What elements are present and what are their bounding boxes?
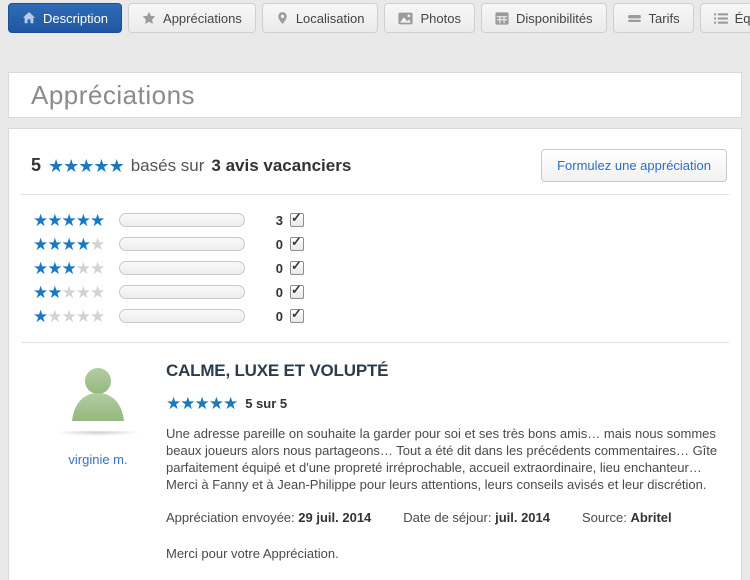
filter-checkbox-5-stars[interactable] — [290, 213, 304, 227]
rating-summary-row: 5 ★★★★★ basés sur 3 avis vacanciers Form… — [9, 129, 741, 194]
tab-appreciations[interactable]: Appréciations — [128, 3, 256, 33]
meta-source: Source: Abritel — [582, 510, 672, 525]
owner-response: Merci pour votre Appréciation. — [166, 546, 719, 561]
filter-checkbox-4-stars[interactable] — [290, 237, 304, 251]
write-review-button[interactable]: Formulez une appréciation — [541, 149, 727, 182]
row-stars: ★★★★★ — [33, 284, 117, 301]
review-item: virginie m. CALME, LUXE ET VOLUPTÉ ★★★★★… — [9, 343, 741, 561]
tab-label: Photos — [420, 11, 460, 26]
calendar-icon — [495, 11, 509, 25]
review-meta: Appréciation envoyée: 29 juil. 2014 Date… — [166, 510, 719, 525]
filter-checkbox-1-star[interactable] — [290, 309, 304, 323]
reviewer-name-link[interactable]: virginie m. — [68, 452, 127, 467]
rating-bar — [119, 261, 245, 275]
tab-label: Disponibilités — [516, 11, 593, 26]
rating-histogram: ★★★★★ 3 ★★★★★ 0 ★★★★★ 0 ★★★★★ 0 ★★★★★ 0 — [9, 195, 741, 328]
review-count: 3 avis vacanciers — [211, 156, 351, 176]
review-title: CALME, LUXE ET VOLUPTÉ — [166, 361, 719, 381]
rating-bar — [119, 309, 245, 323]
filter-checkbox-3-stars[interactable] — [290, 261, 304, 275]
tab-equipements[interactable]: Équipements — [700, 3, 750, 33]
row-stars: ★★★★★ — [33, 308, 117, 325]
histogram-row-4-stars: ★★★★★ 0 — [33, 232, 741, 256]
row-stars: ★★★★★ — [33, 236, 117, 253]
review-content: CALME, LUXE ET VOLUPTÉ ★★★★★ 5 sur 5 Une… — [157, 359, 719, 561]
based-on-text: basés sur — [131, 156, 205, 176]
rating-stars: ★★★★★ — [48, 157, 124, 175]
average-rating: 5 — [31, 155, 41, 176]
tab-tarifs[interactable]: Tarifs — [613, 3, 694, 33]
histogram-row-3-stars: ★★★★★ 0 — [33, 256, 741, 280]
meta-sent-date: Appréciation envoyée: 29 juil. 2014 — [166, 510, 371, 525]
tab-label: Tarifs — [649, 11, 680, 26]
review-stars: ★★★★★ — [166, 395, 237, 412]
row-stars: ★★★★★ — [33, 260, 117, 277]
reviews-panel: 5 ★★★★★ basés sur 3 avis vacanciers Form… — [8, 128, 742, 580]
list-icon — [714, 12, 728, 25]
tab-description[interactable]: Description — [8, 3, 122, 33]
tab-bar: Description Appréciations Localisation P… — [0, 0, 750, 33]
row-count: 3 — [269, 213, 283, 228]
avatar — [62, 359, 134, 431]
review-rating: ★★★★★ 5 sur 5 — [166, 395, 719, 412]
reviewer-column: virginie m. — [39, 359, 157, 561]
tab-label: Description — [43, 11, 108, 26]
histogram-row-2-stars: ★★★★★ 0 — [33, 280, 741, 304]
tab-label: Localisation — [296, 11, 365, 26]
home-icon — [22, 11, 36, 25]
tab-label: Appréciations — [163, 11, 242, 26]
rating-bar — [119, 213, 245, 227]
row-count: 0 — [269, 309, 283, 324]
rating-bar — [119, 237, 245, 251]
photo-icon — [398, 12, 413, 25]
row-count: 0 — [269, 261, 283, 276]
rating-summary: 5 ★★★★★ basés sur 3 avis vacanciers — [31, 155, 351, 176]
histogram-row-1-star: ★★★★★ 0 — [33, 304, 741, 328]
meta-stay-date: Date de séjour: juil. 2014 — [403, 510, 550, 525]
tab-photos[interactable]: Photos — [384, 3, 474, 33]
row-count: 0 — [269, 237, 283, 252]
row-stars: ★★★★★ — [33, 212, 117, 229]
tab-disponibilites[interactable]: Disponibilités — [481, 3, 607, 33]
pin-icon — [276, 11, 289, 25]
money-icon — [627, 12, 642, 24]
page-title: Appréciations — [9, 80, 195, 111]
rating-bar — [119, 285, 245, 299]
histogram-row-5-stars: ★★★★★ 3 — [33, 208, 741, 232]
star-icon — [142, 11, 156, 25]
section-heading-panel: Appréciations — [8, 72, 742, 118]
row-count: 0 — [269, 285, 283, 300]
tab-localisation[interactable]: Localisation — [262, 3, 379, 33]
review-score: 5 sur 5 — [245, 396, 287, 411]
tab-label: Équipements — [735, 11, 750, 26]
review-body: Une adresse pareille on souhaite la gard… — [166, 425, 719, 493]
filter-checkbox-2-stars[interactable] — [290, 285, 304, 299]
